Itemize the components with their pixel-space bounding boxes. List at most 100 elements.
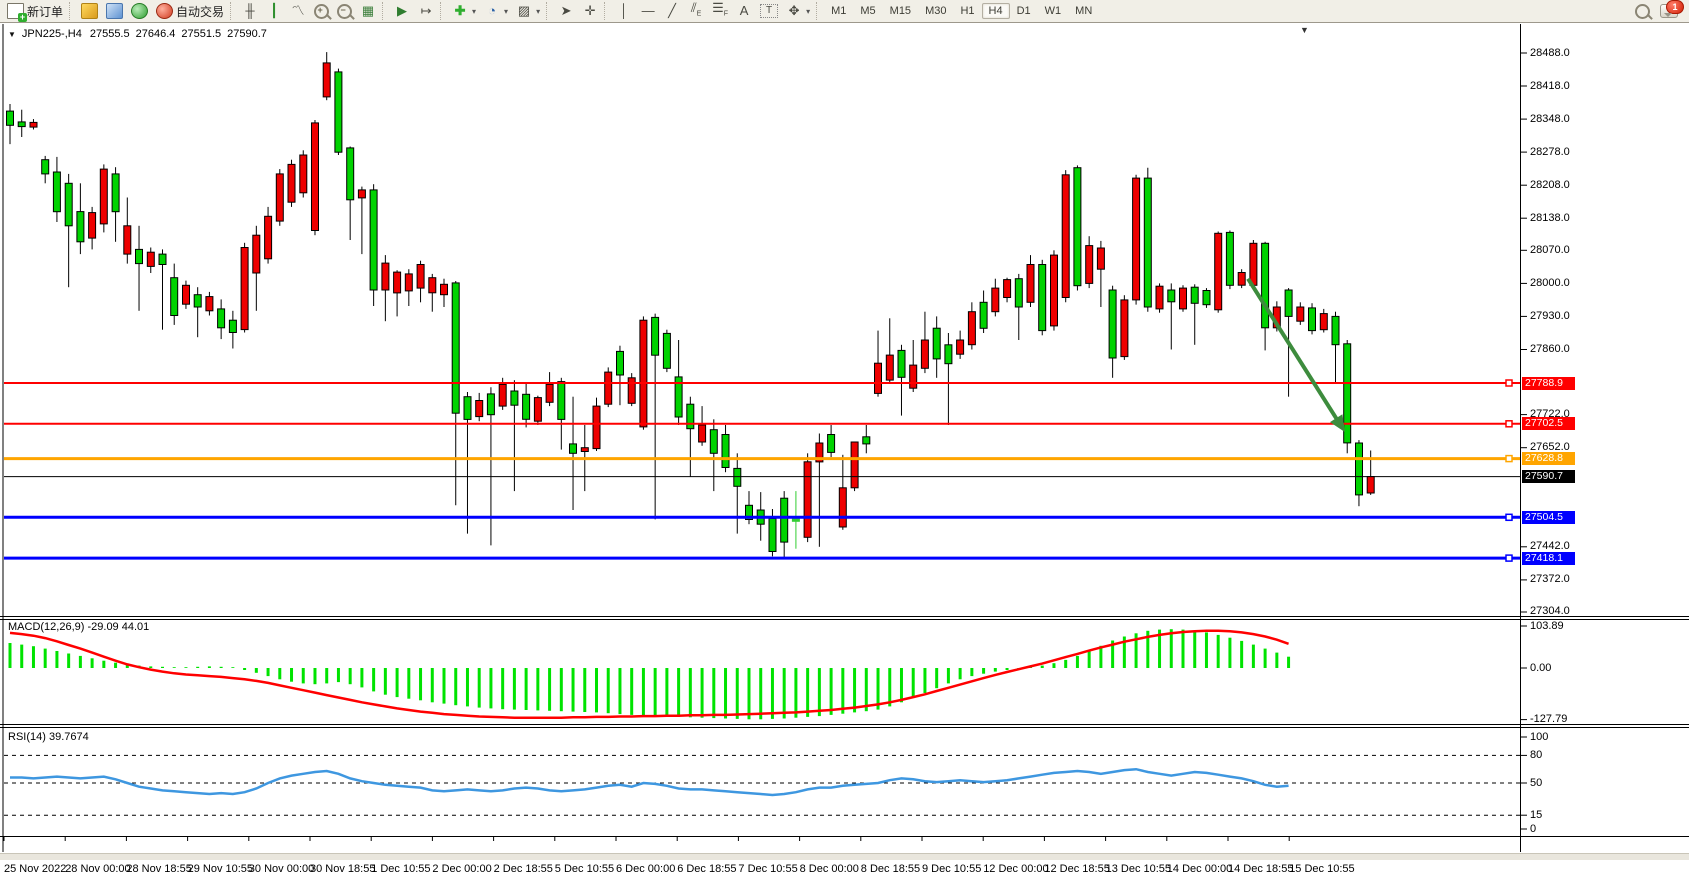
indicators-icon: ✚	[452, 4, 468, 18]
price-tick-label: 28208.0	[1530, 179, 1570, 191]
time-tick-label: 8 Dec 00:00	[800, 863, 859, 875]
auto-trading-button[interactable]: 自动交易	[152, 0, 228, 22]
crosshair-icon: ✛	[582, 4, 598, 18]
time-tick-label: 28 Nov 18:55	[126, 863, 191, 875]
chevron-down-icon[interactable]: ▼	[8, 30, 16, 39]
toolbar-separator	[382, 2, 386, 20]
price-tick-label: 27860.0	[1530, 343, 1570, 355]
zoom-out-icon: −	[337, 4, 352, 19]
bar-chart-button[interactable]: ╫	[238, 0, 262, 22]
timeframe-m30[interactable]: M30	[918, 3, 953, 19]
signals-button[interactable]	[127, 0, 152, 22]
timeframe-m5[interactable]: M5	[853, 3, 882, 19]
search-icon[interactable]	[1635, 4, 1650, 19]
autotrade-icon	[156, 3, 173, 19]
chart-shift-marker[interactable]: ▼	[1300, 25, 1309, 35]
timeframe-m15[interactable]: M15	[883, 3, 918, 19]
time-tick-label: 12 Dec 18:55	[1044, 863, 1109, 875]
chart-canvas[interactable]	[0, 24, 1689, 859]
chart-shift-button[interactable]: ↦	[414, 0, 438, 22]
time-tick-label: 29 Nov 10:55	[188, 863, 253, 875]
hline-price-tag: 27504.5	[1522, 511, 1575, 524]
chart-ohlc-header: ▼ JPN225-,H4 27555.5 27646.4 27551.5 275…	[8, 28, 267, 40]
horizontal-line-button[interactable]: —	[636, 0, 660, 22]
indicators-button[interactable]: ✚▾	[448, 0, 480, 22]
chart-shift-icon: ↦	[418, 4, 434, 18]
chart-window[interactable]: ▼ JPN225-,H4 27555.5 27646.4 27551.5 275…	[0, 24, 1689, 859]
indicator-tick-label: 0	[1530, 823, 1536, 835]
zoom-in-button[interactable]: +	[310, 0, 333, 22]
toolbar-separator	[69, 2, 73, 20]
macd-label: MACD(12,26,9) -29.09 44.01	[8, 621, 149, 633]
time-tick-label: 14 Dec 18:55	[1228, 863, 1293, 875]
auto-scroll-button[interactable]: ▶	[390, 0, 414, 22]
time-tick-label: 13 Dec 10:55	[1106, 863, 1171, 875]
timeframe-m1[interactable]: M1	[824, 3, 853, 19]
line-chart-icon: 〽	[290, 4, 306, 18]
trendline-icon: ╱	[664, 4, 680, 18]
cursor-button[interactable]: ➤	[554, 0, 578, 22]
time-tick-label: 1 Dec 10:55	[371, 863, 430, 875]
indicator-tick-label: 15	[1530, 809, 1542, 821]
time-tick-label: 2 Dec 18:55	[494, 863, 553, 875]
arrows-button[interactable]: ✥▾	[782, 0, 814, 22]
price-tick-label: 27372.0	[1530, 573, 1570, 585]
time-tick-label: 30 Nov 00:00	[249, 863, 314, 875]
new-order-icon: +	[7, 3, 24, 19]
hline-price-tag: 27788.9	[1522, 377, 1575, 390]
signals-icon	[131, 3, 148, 19]
cursor-icon: ➤	[558, 4, 574, 18]
hline-price-tag: 27628.8	[1522, 452, 1575, 465]
indicator-tick-label: 80	[1530, 749, 1542, 761]
auto-scroll-icon: ▶	[394, 4, 410, 18]
hline-price-tag: 27590.7	[1522, 470, 1575, 483]
indicator-tick-label: 103.89	[1530, 620, 1564, 632]
arrows-icon: ✥	[786, 4, 802, 18]
timeframe-h4[interactable]: H4	[982, 3, 1010, 19]
terminal-button[interactable]	[77, 0, 102, 22]
timeframe-mn[interactable]: MN	[1068, 3, 1099, 19]
candlestick-icon: ┃	[266, 4, 282, 18]
line-chart-button[interactable]: 〽	[286, 0, 310, 22]
price-tick-label: 27442.0	[1530, 540, 1570, 552]
indicator-tick-label: 100	[1530, 731, 1548, 743]
horizontal-line-icon: —	[640, 4, 656, 18]
ohlc-open: 27555.5	[90, 28, 130, 40]
notification-badge: 1	[1666, 0, 1684, 14]
time-tick-label: 28 Nov 00:00	[65, 863, 130, 875]
trendline-button[interactable]: ╱	[660, 0, 684, 22]
templates-icon: ▨	[516, 4, 532, 18]
equidistant-channel-button[interactable]: ⫽E	[684, 0, 708, 22]
crosshair-button[interactable]: ✛	[578, 0, 602, 22]
main-toolbar: + 新订单 自动交易 ╫ ┃ 〽 + − ▦ ▶ ↦ ✚▾ ◔▾ ▨▾ ➤ ✛ …	[0, 0, 1689, 23]
vertical-line-icon: │	[616, 4, 632, 18]
text-button[interactable]: A	[732, 0, 756, 22]
timeframe-w1[interactable]: W1	[1038, 3, 1069, 19]
vertical-line-button[interactable]: │	[612, 0, 636, 22]
price-tick-label: 28070.0	[1530, 244, 1570, 256]
rsi-label: RSI(14) 39.7674	[8, 731, 89, 743]
ohlc-close: 27590.7	[227, 28, 267, 40]
candlestick-button[interactable]: ┃	[262, 0, 286, 22]
chat-icon[interactable]: 1	[1660, 4, 1678, 18]
tile-windows-button[interactable]: ▦	[356, 0, 380, 22]
fibonacci-button[interactable]: ☰F	[708, 0, 732, 22]
new-order-button[interactable]: + 新订单	[3, 0, 67, 22]
tile-windows-icon: ▦	[360, 4, 376, 18]
time-tick-label: 2 Dec 00:00	[432, 863, 491, 875]
time-tick-label: 12 Dec 00:00	[983, 863, 1048, 875]
toolbar-separator	[440, 2, 444, 20]
fibonacci-icon: ☰F	[712, 1, 728, 22]
timeframe-d1[interactable]: D1	[1010, 3, 1038, 19]
templates-button[interactable]: ▨▾	[512, 0, 544, 22]
toolbar-separator	[816, 2, 820, 20]
strategy-tester-button[interactable]	[102, 0, 127, 22]
zoom-out-button[interactable]: −	[333, 0, 356, 22]
periods-button[interactable]: ◔▾	[480, 0, 512, 22]
price-tick-label: 28000.0	[1530, 277, 1570, 289]
timeframe-h1[interactable]: H1	[953, 3, 981, 19]
text-label-icon: T	[760, 4, 778, 18]
toolbar-separator	[546, 2, 550, 20]
text-label-button[interactable]: T	[756, 0, 782, 22]
time-tick-label: 6 Dec 00:00	[616, 863, 675, 875]
